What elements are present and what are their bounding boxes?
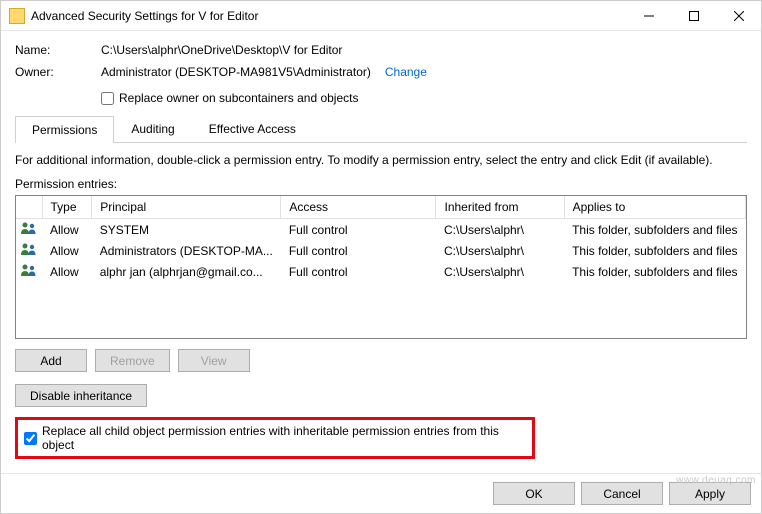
table-row[interactable]: Allowalphr jan (alphrjan@gmail.co...Full… [16,261,746,282]
tab-strip: Permissions Auditing Effective Access [15,115,747,143]
table-header-row: Type Principal Access Inherited from App… [16,196,746,219]
table-row[interactable]: AllowSYSTEMFull controlC:\Users\alphr\Th… [16,219,746,241]
cell-principal: alphr jan (alphrjan@gmail.co... [92,261,281,282]
tab-effective-access[interactable]: Effective Access [192,115,313,142]
disable-inheritance-row: Disable inheritance [15,384,747,407]
cell-inherited: C:\Users\alphr\ [436,219,564,241]
maximize-button[interactable] [671,1,716,30]
window: Advanced Security Settings for V for Edi… [0,0,762,514]
cell-access: Full control [281,240,436,261]
cell-access: Full control [281,219,436,241]
window-title: Advanced Security Settings for V for Edi… [31,9,626,23]
permission-table: Type Principal Access Inherited from App… [15,195,747,339]
watermark: www.deuaq.com [676,475,756,486]
col-principal[interactable]: Principal [92,196,281,219]
replace-owner-label: Replace owner on subcontainers and objec… [119,91,358,105]
replace-children-checkbox[interactable] [24,432,37,445]
col-inherited-from[interactable]: Inherited from [436,196,564,219]
minimize-button[interactable] [626,1,671,30]
col-icon[interactable] [16,196,42,219]
cell-type: Allow [42,219,92,241]
cell-type: Allow [42,261,92,282]
tab-auditing[interactable]: Auditing [114,115,191,142]
table-row[interactable]: AllowAdministrators (DESKTOP-MA...Full c… [16,240,746,261]
disable-inheritance-button[interactable]: Disable inheritance [15,384,147,407]
ok-button[interactable]: OK [493,482,575,505]
col-type[interactable]: Type [42,196,92,219]
replace-owner-checkbox[interactable] [101,92,114,105]
hint-text: For additional information, double-click… [15,153,747,167]
col-applies-to[interactable]: Applies to [564,196,745,219]
col-access[interactable]: Access [281,196,436,219]
titlebar: Advanced Security Settings for V for Edi… [1,1,761,31]
dialog-footer: OK Cancel Apply [1,473,761,513]
name-label: Name: [15,43,101,57]
entries-label: Permission entries: [15,177,747,191]
cell-applies: This folder, subfolders and files [564,261,745,282]
close-button[interactable] [716,1,761,30]
cell-access: Full control [281,261,436,282]
cell-principal: Administrators (DESKTOP-MA... [92,240,281,261]
row-icon [16,261,42,282]
replace-owner-row: Replace owner on subcontainers and objec… [101,91,747,105]
remove-button[interactable]: Remove [95,349,170,372]
entry-buttons: Add Remove View [15,349,747,372]
cell-applies: This folder, subfolders and files [564,219,745,241]
owner-value: Administrator (DESKTOP-MA981V5\Administr… [101,65,371,79]
cell-inherited: C:\Users\alphr\ [436,261,564,282]
users-icon [20,221,38,235]
name-row: Name: C:\Users\alphr\OneDrive\Desktop\V … [15,43,747,57]
folder-icon [9,8,25,24]
cell-principal: SYSTEM [92,219,281,241]
replace-children-row: Replace all child object permission entr… [15,417,535,459]
name-value: C:\Users\alphr\OneDrive\Desktop\V for Ed… [101,43,342,57]
content-area: Name: C:\Users\alphr\OneDrive\Desktop\V … [1,31,761,473]
users-icon [20,242,38,256]
users-icon [20,263,38,277]
cancel-button[interactable]: Cancel [581,482,663,505]
tab-permissions[interactable]: Permissions [15,116,114,143]
cell-inherited: C:\Users\alphr\ [436,240,564,261]
cell-type: Allow [42,240,92,261]
row-icon [16,240,42,261]
add-button[interactable]: Add [15,349,87,372]
cell-applies: This folder, subfolders and files [564,240,745,261]
window-controls [626,1,761,30]
row-icon [16,219,42,241]
change-owner-link[interactable]: Change [385,65,427,79]
owner-label: Owner: [15,65,101,79]
owner-row: Owner: Administrator (DESKTOP-MA981V5\Ad… [15,65,747,79]
view-button[interactable]: View [178,349,250,372]
replace-children-label: Replace all child object permission entr… [42,424,526,452]
